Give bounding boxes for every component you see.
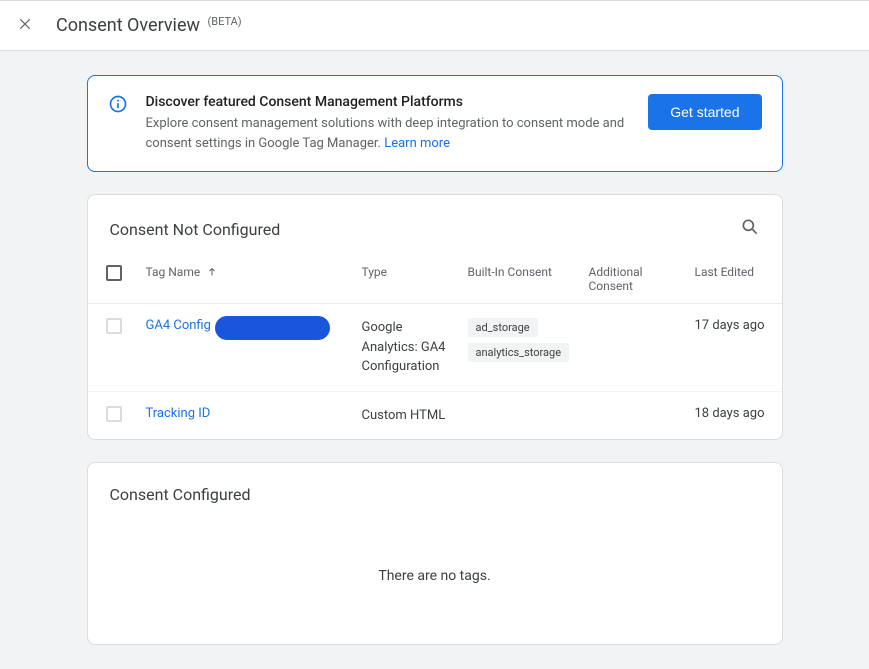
column-builtin[interactable]: Built-In Consent [468, 265, 583, 279]
beta-badge: (BETA) [208, 15, 242, 28]
table-header-row: Tag Name Type Built-In Consent Additiona… [88, 255, 782, 304]
empty-state: There are no tags. [88, 518, 782, 644]
close-icon[interactable] [18, 17, 32, 35]
search-icon[interactable] [740, 217, 760, 241]
consent-chip: ad_storage [468, 318, 538, 337]
info-icon [108, 94, 128, 118]
page-title: Consent Overview (BETA) [56, 15, 242, 36]
select-all-checkbox[interactable] [106, 265, 122, 281]
column-edited[interactable]: Last Edited [695, 265, 770, 279]
tag-type: Google Analytics: GA4 Configuration [362, 318, 462, 377]
banner-description: Explore consent management solutions wit… [146, 114, 631, 153]
configured-card: Consent Configured There are no tags. [87, 462, 783, 645]
not-configured-title: Consent Not Configured [110, 220, 281, 239]
column-type[interactable]: Type [362, 265, 462, 279]
column-additional[interactable]: Additional Consent [589, 265, 689, 293]
get-started-button[interactable]: Get started [648, 94, 761, 130]
tag-type: Custom HTML [362, 406, 462, 426]
column-tag-name[interactable]: Tag Name [146, 265, 356, 279]
topbar: Consent Overview (BETA) [0, 0, 869, 51]
consent-chip: analytics_storage [468, 343, 570, 362]
not-configured-card: Consent Not Configured Tag Name Type Bui… [87, 194, 783, 440]
row-checkbox[interactable] [106, 406, 122, 422]
table-row[interactable]: GA4 Config Google Analytics: GA4 Configu… [88, 304, 782, 392]
learn-more-link[interactable]: Learn more [384, 136, 450, 151]
configured-title: Consent Configured [110, 485, 251, 504]
tag-name-link[interactable]: GA4 Config [146, 318, 211, 333]
builtin-consent-chips: ad_storage analytics_storage [468, 318, 583, 362]
tag-name-link[interactable]: Tracking ID [146, 406, 211, 421]
last-edited: 17 days ago [695, 318, 770, 333]
last-edited: 18 days ago [695, 406, 770, 421]
title-text: Consent Overview [56, 15, 200, 36]
table-row[interactable]: Tracking ID Custom HTML 18 days ago [88, 392, 782, 440]
cmp-banner: Discover featured Consent Management Pla… [87, 75, 783, 172]
sort-asc-icon [206, 266, 218, 278]
redacted-blob [215, 316, 330, 340]
row-checkbox[interactable] [106, 318, 122, 334]
banner-title: Discover featured Consent Management Pla… [146, 94, 631, 110]
